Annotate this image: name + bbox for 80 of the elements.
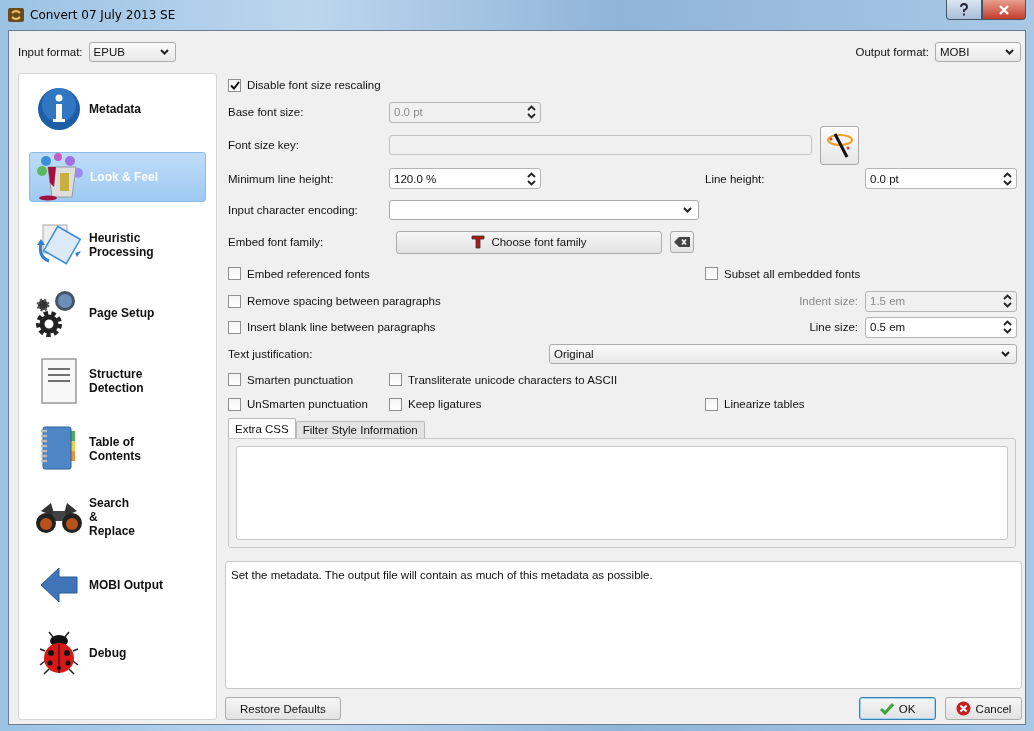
checkbox[interactable]: Disable font size rescaling (228, 78, 705, 92)
checkbox[interactable]: Linearize tables (705, 397, 1018, 411)
checkbox-square[interactable] (228, 397, 241, 411)
checkbox[interactable]: Smarten punctuation (228, 373, 389, 386)
field-label: Line size: (809, 321, 859, 333)
document-icon (39, 357, 79, 405)
cancel-button[interactable]: Cancel (945, 697, 1022, 720)
chevron-icon (1001, 350, 1010, 357)
chevron-icon (683, 206, 692, 213)
spin-arrows-icon (527, 105, 536, 119)
sidebar-item[interactable]: Page Setup (29, 279, 206, 347)
spin-box[interactable]: 0.5 em (865, 316, 1017, 338)
field-label: Text justification: (228, 347, 314, 360)
magic-wand-button[interactable] (820, 125, 859, 165)
paint-bucket-icon (36, 153, 84, 201)
checkbox-square[interactable] (705, 397, 718, 411)
sidebar-item[interactable]: Table of Contents (29, 415, 206, 483)
close-button[interactable] (982, 0, 1026, 20)
tab[interactable]: Extra CSS (228, 418, 296, 438)
restore-defaults-button[interactable]: Restore Defaults (225, 697, 341, 720)
cancel-icon (955, 701, 971, 716)
left-arrow-icon (39, 565, 79, 605)
field-label: Line height: (705, 172, 766, 185)
output-format-dropdown[interactable]: MOBI (935, 42, 1021, 62)
field-label: Embed font family: (228, 236, 325, 248)
font-icon (471, 235, 486, 249)
field-label: Input character encoding: (228, 203, 359, 216)
input-format-label: Input format: (18, 46, 83, 58)
sidebar-item[interactable]: Structure Detection (29, 347, 206, 415)
field-label: Indent size: (799, 295, 859, 307)
checkbox-square[interactable] (705, 267, 718, 280)
spin-arrows-icon (1003, 294, 1012, 308)
spin-box[interactable]: 120.0 % (389, 168, 541, 189)
checkbox-square[interactable] (228, 78, 241, 92)
ladybug-icon (39, 631, 79, 675)
checkbox[interactable]: Embed referenced fonts (228, 267, 705, 280)
spin-box[interactable]: 0.0 pt (865, 168, 1017, 189)
encoding-dropdown[interactable] (389, 199, 699, 220)
chevron-icon (159, 49, 169, 55)
spin-arrows-icon (1003, 171, 1012, 186)
checkbox-square[interactable] (389, 373, 402, 386)
app-icon (8, 8, 24, 22)
chevron-icon (1005, 49, 1014, 55)
checkbox-square[interactable] (228, 294, 241, 308)
backspace-icon (674, 237, 690, 247)
field-label: Font size key: (228, 139, 300, 151)
field-label: Minimum line height: (228, 172, 335, 185)
checkbox[interactable]: Insert blank line between paragraphs (228, 320, 705, 334)
sidebar-item[interactable]: MOBI Output (29, 551, 206, 619)
checkbox[interactable]: Transliterate unicode characters to ASCII (389, 373, 705, 386)
help-icon (959, 3, 969, 16)
choose-font-button[interactable]: Choose font family (396, 230, 662, 254)
ok-button[interactable]: OK (859, 697, 936, 720)
checkbox[interactable]: Subset all embedded fonts (705, 267, 1018, 280)
tab[interactable]: Filter Style Information (295, 421, 425, 438)
sidebar-item[interactable]: Search & Replace (29, 483, 206, 551)
spin-arrows-icon (527, 171, 536, 186)
checkbox[interactable]: Remove spacing between paragraphs (228, 294, 705, 308)
help-button[interactable] (946, 0, 982, 20)
clear-button[interactable] (670, 231, 694, 253)
justification-dropdown[interactable]: Original (549, 343, 1017, 364)
info-icon (37, 87, 81, 131)
window-title: Convert 07 July 2013 SE (30, 8, 177, 22)
output-format-label: Output format: (855, 46, 929, 58)
css-text-area[interactable] (236, 446, 1008, 540)
sidebar-item[interactable]: Debug (29, 619, 206, 687)
checkbox-square[interactable] (389, 397, 402, 411)
checkbox-square[interactable] (228, 267, 241, 280)
checkbox-square[interactable] (228, 320, 241, 334)
checkbox[interactable]: Keep ligatures (389, 397, 705, 411)
field-label: Base font size: (228, 106, 305, 118)
spin-arrows-icon (1003, 320, 1012, 334)
input-format-dropdown[interactable]: EPUB (88, 42, 176, 62)
close-icon (998, 4, 1010, 15)
sidebar-item[interactable]: Heuristic Processing (29, 211, 206, 279)
help-text: Set the metadata. The output file will contain as much of this metadata as possible. (225, 561, 1022, 689)
checkmark-icon (879, 702, 894, 715)
sidebar-item[interactable]: Metadata (29, 75, 206, 143)
checkbox[interactable]: UnSmarten punctuation (228, 397, 389, 411)
checkbox-square[interactable] (228, 373, 241, 386)
